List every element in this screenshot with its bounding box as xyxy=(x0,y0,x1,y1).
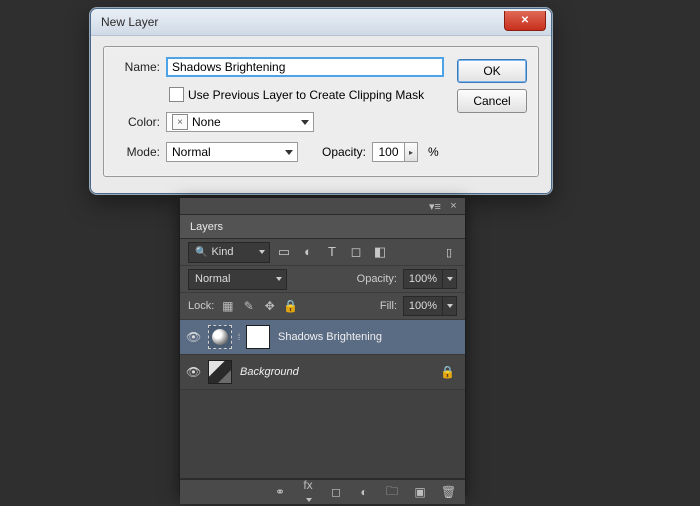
panel-fill-value: 100% xyxy=(403,296,443,316)
ok-button[interactable]: OK xyxy=(457,59,527,83)
color-swatch-none: × xyxy=(172,114,188,130)
chevron-down-icon[interactable] xyxy=(443,269,457,289)
name-input[interactable] xyxy=(166,57,444,77)
panel-close-icon[interactable]: × xyxy=(448,200,459,212)
visibility-toggle-icon[interactable]: 👁 xyxy=(186,365,200,379)
filter-adjustment-icon[interactable]: ◐ xyxy=(300,244,316,260)
layers-panel: ▾≡ × Layers 🔍 Kind ▭ ◐ T ◻ ◧ ▯ Normal Op… xyxy=(179,197,466,495)
panel-filter-row: 🔍 Kind ▭ ◐ T ◻ ◧ ▯ xyxy=(180,239,465,266)
filter-kind-dropdown[interactable]: 🔍 Kind xyxy=(188,242,270,263)
panel-footer: ⚭ fx ◻ ◐ 🗀 ▣ 🗑 xyxy=(180,479,465,504)
filter-pixel-icon[interactable]: ▭ xyxy=(276,244,292,260)
lock-transparency-icon[interactable]: ▦ xyxy=(220,299,235,313)
opacity-label: Opacity: xyxy=(322,145,366,159)
chevron-down-icon xyxy=(285,150,293,155)
color-label: Color: xyxy=(116,115,160,129)
close-icon[interactable]: ✕ xyxy=(504,11,546,31)
adjustment-thumbnail[interactable] xyxy=(208,325,232,349)
layer-fx-icon[interactable]: fx xyxy=(301,478,315,506)
mode-value: Normal xyxy=(172,145,211,159)
panel-opacity-control[interactable]: 100% xyxy=(403,269,457,289)
layer-name[interactable]: Shadows Brightening xyxy=(278,331,382,343)
lock-all-icon[interactable]: 🔒 xyxy=(283,299,298,313)
chevron-down-icon xyxy=(259,250,265,254)
filter-shape-icon[interactable]: ◻ xyxy=(348,244,364,260)
layer-row-shadows-brightening[interactable]: 👁 ⁞ Shadows Brightening xyxy=(180,320,465,355)
color-dropdown[interactable]: × None xyxy=(166,112,314,132)
new-layer-dialog: New Layer ✕ Name: Use Previous Layer to … xyxy=(90,8,552,194)
add-mask-icon[interactable]: ◻ xyxy=(329,485,343,499)
panel-lock-row: Lock: ▦ ✎ ✥ 🔒 Fill: 100% xyxy=(180,293,465,320)
blend-mode-dropdown[interactable]: Normal xyxy=(188,269,287,290)
layer-mask-thumbnail[interactable] xyxy=(246,325,270,349)
layers-list: 👁 ⁞ Shadows Brightening 👁 Background 🔒 xyxy=(180,320,465,479)
search-icon: 🔍 xyxy=(195,247,207,258)
filter-smart-icon[interactable]: ◧ xyxy=(372,244,388,260)
lock-pixels-icon[interactable]: ✎ xyxy=(241,299,256,313)
clipping-mask-label: Use Previous Layer to Create Clipping Ma… xyxy=(188,88,424,102)
panel-fill-control[interactable]: 100% xyxy=(403,296,457,316)
panel-tab-layers[interactable]: Layers xyxy=(180,214,465,239)
cancel-button[interactable]: Cancel xyxy=(457,89,527,113)
layer-name[interactable]: Background xyxy=(240,366,299,378)
dialog-title: New Layer xyxy=(101,15,158,29)
opacity-input[interactable] xyxy=(372,142,404,162)
layers-empty-area[interactable] xyxy=(180,390,465,479)
spinner-button[interactable]: ▸ xyxy=(404,142,418,162)
chevron-down-icon[interactable] xyxy=(443,296,457,316)
layer-row-background[interactable]: 👁 Background 🔒 xyxy=(180,355,465,390)
opacity-stepper[interactable]: ▸ xyxy=(372,142,418,162)
layer-thumbnail[interactable] xyxy=(208,360,232,384)
panel-menu-icon[interactable]: ▾≡ xyxy=(429,200,440,213)
link-layers-icon[interactable]: ⚭ xyxy=(273,485,287,499)
mode-label: Mode: xyxy=(116,145,160,159)
name-label: Name: xyxy=(116,60,160,74)
mode-dropdown[interactable]: Normal xyxy=(166,142,298,162)
dialog-titlebar[interactable]: New Layer ✕ xyxy=(91,9,551,36)
filter-type-icon[interactable]: T xyxy=(324,244,340,260)
lock-icon: 🔒 xyxy=(440,365,455,379)
chevron-down-icon xyxy=(301,120,309,125)
lock-label: Lock: xyxy=(188,300,214,312)
adjustment-layer-icon[interactable]: ◐ xyxy=(357,485,371,499)
mask-link-icon[interactable]: ⁞ xyxy=(235,332,243,342)
panel-opacity-value: 100% xyxy=(403,269,443,289)
color-value: None xyxy=(192,115,221,129)
filter-toggle-switch[interactable]: ▯ xyxy=(441,246,457,259)
opacity-unit: % xyxy=(428,145,439,159)
panel-opacity-label: Opacity: xyxy=(357,273,397,285)
group-icon[interactable]: 🗀 xyxy=(385,482,399,503)
lock-position-icon[interactable]: ✥ xyxy=(262,299,277,313)
trash-icon[interactable]: 🗑 xyxy=(441,485,455,499)
chevron-down-icon xyxy=(276,277,282,281)
panel-blend-row: Normal Opacity: 100% xyxy=(180,266,465,293)
fill-label: Fill: xyxy=(380,300,397,312)
visibility-toggle-icon[interactable]: 👁 xyxy=(186,330,200,344)
new-layer-icon[interactable]: ▣ xyxy=(413,485,427,499)
clipping-mask-checkbox[interactable] xyxy=(169,87,184,102)
